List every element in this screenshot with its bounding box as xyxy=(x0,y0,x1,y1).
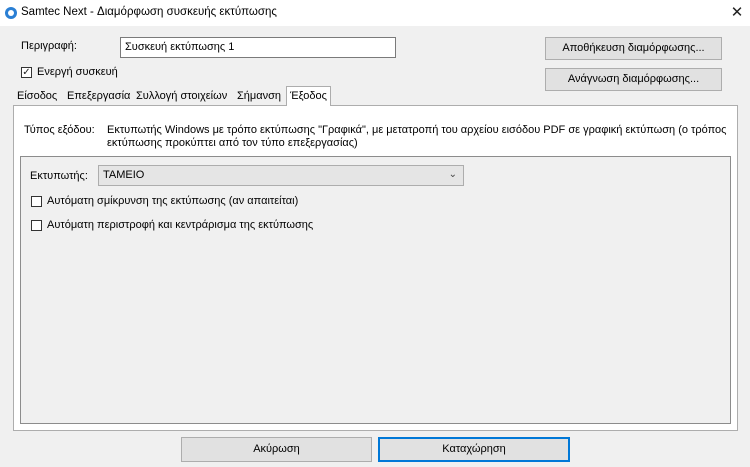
checkmark-icon: ✓ xyxy=(22,67,31,78)
printer-select-value: ΤΑΜΕΙΟ xyxy=(103,169,145,181)
printer-label: Εκτυπωτής: xyxy=(30,170,88,182)
cancel-button[interactable]: Ακύρωση xyxy=(181,437,372,462)
tab-marking[interactable]: Σήμανση xyxy=(234,88,284,104)
window-title: Samtec Next - Διαμόρφωση συσκευής εκτύπω… xyxy=(21,6,277,18)
close-icon[interactable]: ✕ xyxy=(726,2,748,24)
tab-output[interactable]: Έξοδος xyxy=(286,86,331,106)
printer-select[interactable]: ΤΑΜΕΙΟ ⌄ xyxy=(98,165,464,186)
save-config-button[interactable]: Αποθήκευση διαμόρφωσης... xyxy=(545,37,722,60)
chevron-down-icon: ⌄ xyxy=(448,169,457,180)
output-type-description-line1: Εκτυπωτής Windows με τρόπο εκτύπωσης "Γρ… xyxy=(107,124,727,136)
description-label: Περιγραφή: xyxy=(21,40,77,52)
load-config-button[interactable]: Ανάγνωση διαμόρφωσης... xyxy=(545,68,722,91)
description-input[interactable]: Συσκευή εκτύπωσης 1 xyxy=(120,37,396,58)
tab-input[interactable]: Είσοδος xyxy=(14,88,60,104)
active-device-label: Ενεργή συσκευή xyxy=(37,66,118,78)
title-bar: Samtec Next - Διαμόρφωση συσκευής εκτύπω… xyxy=(0,0,750,26)
app-logo-icon xyxy=(5,7,17,19)
auto-rotate-checkbox[interactable] xyxy=(31,220,42,231)
output-type-label: Τύπος εξόδου: xyxy=(24,124,95,136)
tab-processing[interactable]: Επεξεργασία xyxy=(64,88,133,104)
output-type-description-line2: εκτύπωσης προκύπτει από τον τύπο επεξεργ… xyxy=(107,137,358,149)
active-device-checkbox[interactable]: ✓ xyxy=(21,67,32,78)
auto-shrink-checkbox[interactable] xyxy=(31,196,42,207)
tab-data-collection[interactable]: Συλλογή στοιχείων xyxy=(133,88,230,104)
auto-rotate-label: Αυτόματη περιστροφή και κεντράρισμα της … xyxy=(47,219,314,231)
auto-shrink-label: Αυτόματη σμίκρυνση της εκτύπωσης (αν απα… xyxy=(47,195,299,207)
submit-button[interactable]: Καταχώρηση xyxy=(378,437,570,462)
